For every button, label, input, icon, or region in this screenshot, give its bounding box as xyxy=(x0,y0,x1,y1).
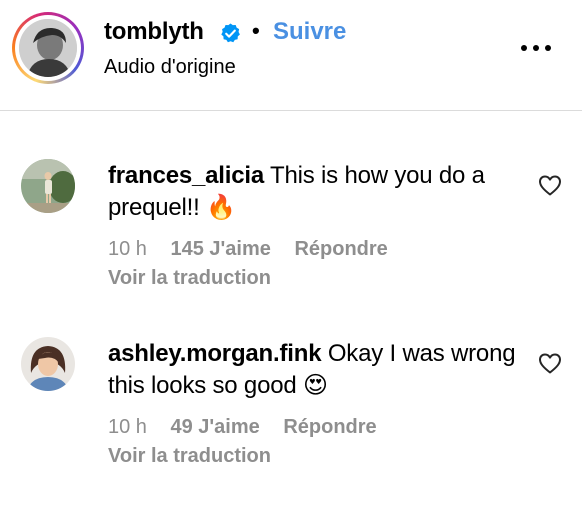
more-options-icon[interactable] xyxy=(520,44,552,52)
comment-time: 10 h xyxy=(108,416,147,438)
commenter-avatar[interactable] xyxy=(21,337,75,391)
post-username[interactable]: tomblyth xyxy=(104,18,204,46)
comment-username[interactable]: ashley.morgan.fink xyxy=(108,340,322,367)
commenter-avatar[interactable] xyxy=(21,159,75,213)
comment-text: ashley.morgan.fink Okay I was wrong this… xyxy=(108,338,518,402)
avatar xyxy=(19,19,77,77)
comment-likes[interactable]: 145 J'aime xyxy=(171,238,271,260)
original-audio-link[interactable]: Audio d'origine xyxy=(104,56,236,79)
header-divider xyxy=(0,110,582,111)
like-heart-icon[interactable] xyxy=(538,352,562,374)
comment-text: frances_alicia This is how you do a preq… xyxy=(108,160,518,224)
story-ring-avatar[interactable] xyxy=(12,12,84,84)
post-header: tomblyth • Suivre Audio d'origine xyxy=(0,0,582,111)
comment-time: 10 h xyxy=(108,238,147,260)
reply-button[interactable]: Répondre xyxy=(283,416,376,438)
see-translation-link[interactable]: Voir la traduction xyxy=(108,445,271,468)
comment-username[interactable]: frances_alicia xyxy=(108,162,264,189)
reply-button[interactable]: Répondre xyxy=(294,238,387,260)
follow-button[interactable]: Suivre xyxy=(273,18,346,46)
comment-meta: 10 h 145 J'aime Répondre xyxy=(108,238,406,261)
verified-badge-icon xyxy=(221,23,240,43)
comment-meta: 10 h 49 J'aime Répondre xyxy=(108,416,395,439)
comment-likes[interactable]: 49 J'aime xyxy=(171,416,260,438)
see-translation-link[interactable]: Voir la traduction xyxy=(108,267,271,290)
like-heart-icon[interactable] xyxy=(538,174,562,196)
avatar-ring-gap xyxy=(15,15,81,81)
separator-dot: • xyxy=(252,18,260,43)
